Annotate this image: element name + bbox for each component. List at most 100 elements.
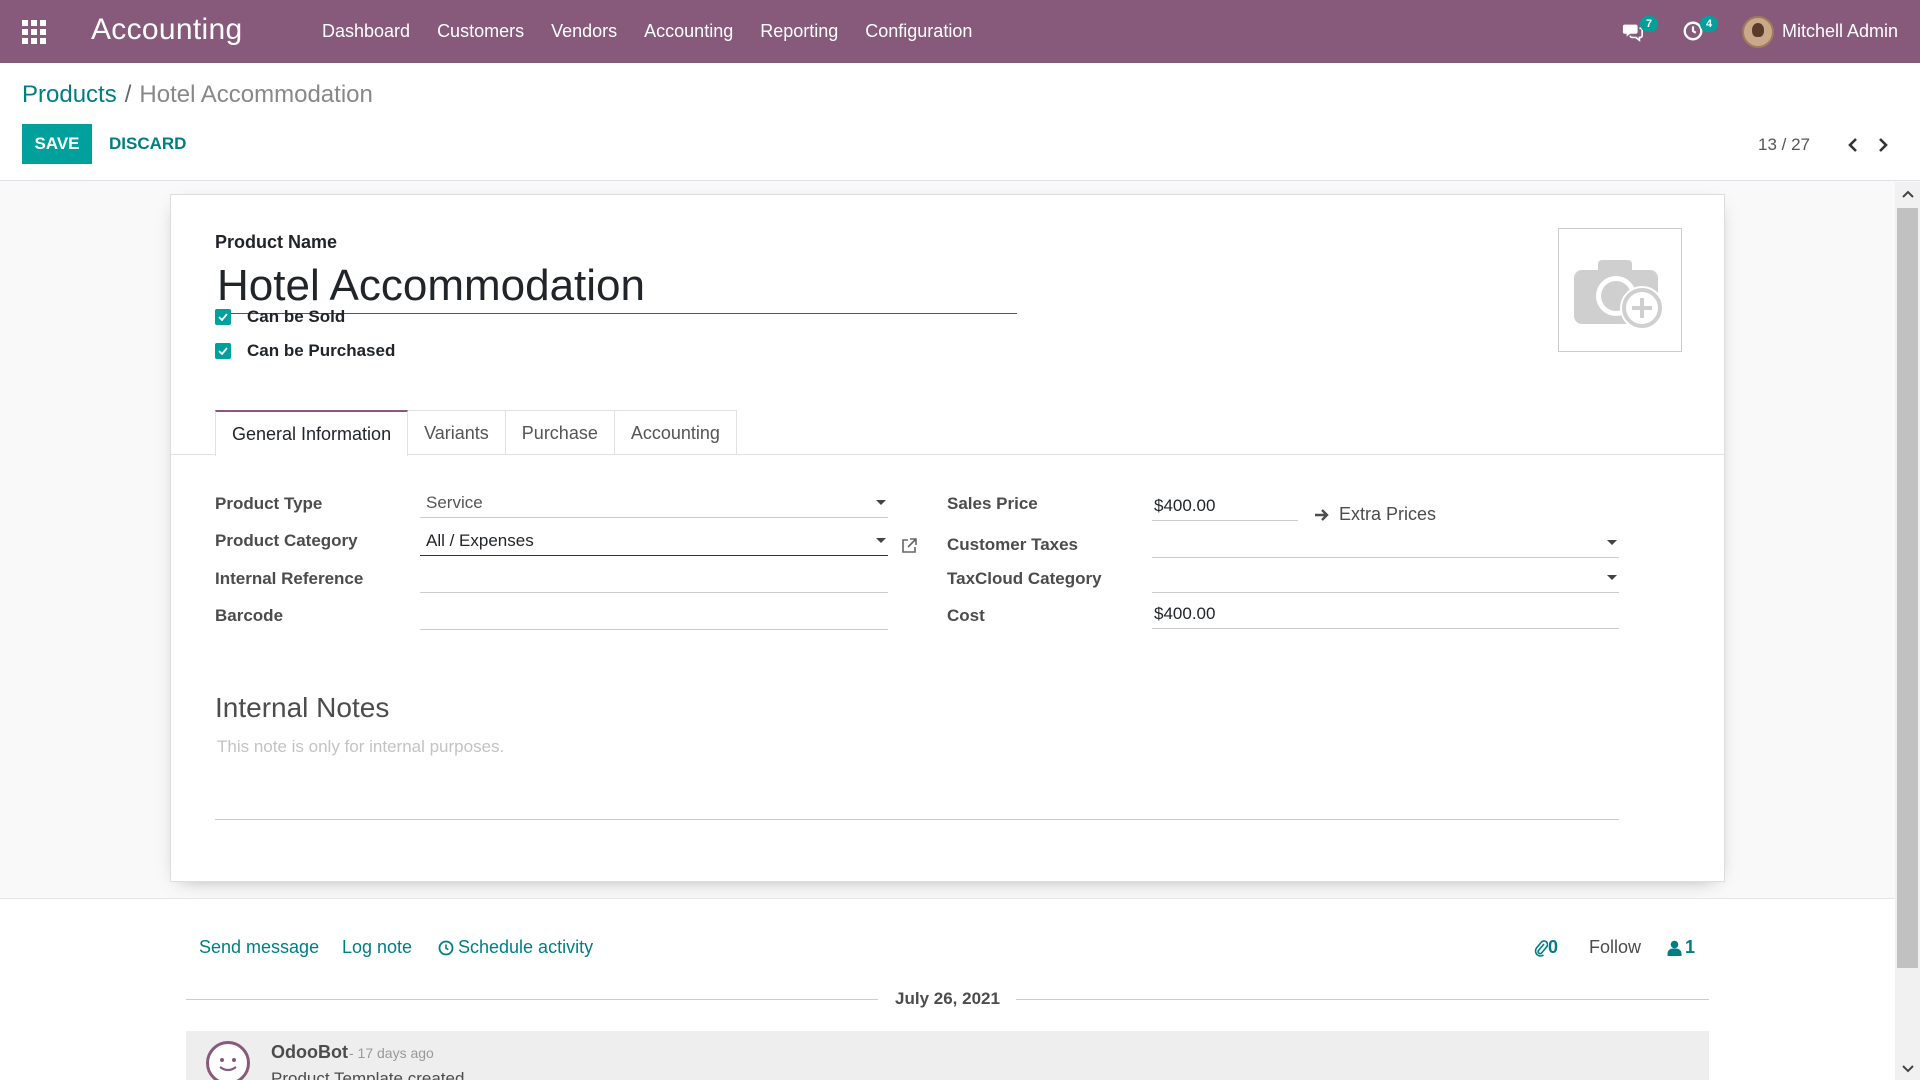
activities-count-badge: 4 [1699,15,1719,32]
control-panel: Products / Hotel Accommodation SAVE DISCAR… [0,63,1920,181]
activities-button[interactable]: 4 [1682,15,1719,44]
scroll-up-button[interactable] [1895,182,1920,207]
cost-label: Cost [947,606,985,625]
apps-menu-icon[interactable] [22,20,48,44]
tab-purchase[interactable]: Purchase [504,410,615,455]
clock-icon [438,940,454,955]
customer-taxes-label: Customer Taxes [947,535,1079,554]
date-separator: July 26, 2021 [186,987,1709,1011]
product-category-value: All / Expenses [426,530,534,550]
taxcloud-category-label: TaxCloud Category [947,569,1102,588]
pager-previous-button[interactable] [1838,133,1868,157]
tab-accounting[interactable]: Accounting [613,410,737,455]
schedule-activity-button[interactable]: Schedule activity [438,937,593,958]
log-note-label: Log note [342,937,413,957]
user-name[interactable]: Mitchell Admin [1782,21,1898,42]
chevron-up-icon [1901,190,1914,198]
can-be-purchased-label[interactable]: Can be Purchased [247,341,395,361]
chevron-left-icon [1848,138,1857,152]
extra-prices-button[interactable]: Extra Prices [1314,504,1436,525]
discard-button[interactable]: DISCARD [109,124,186,164]
follow-label: Follow [1589,937,1642,957]
taxcloud-category-select[interactable] [1152,563,1619,593]
attachments-button[interactable]: 0 [1534,937,1558,958]
main-menu: Dashboard Customers Vendors Accounting R… [322,0,999,63]
product-type-value: Service [426,492,483,512]
product-category-external-button[interactable] [900,537,918,560]
checkmark-icon [218,313,228,321]
cost-value: $400.00 [1154,603,1216,623]
can-be-sold-checkbox[interactable] [215,309,231,325]
scrollbar-thumb[interactable] [1897,208,1918,968]
dropdown-caret-icon [1607,540,1617,545]
followers-button[interactable]: 1 [1667,937,1695,958]
product-category-label: Product Category [215,531,358,550]
sales-price-label: Sales Price [947,494,1038,513]
log-note-button[interactable]: Log note [342,937,412,958]
pager-value[interactable]: 13 / 27 [1758,135,1810,155]
messages-button[interactable]: 7 [1622,15,1659,44]
notebook-tabs: General Information Variants Purchase Ac… [215,410,737,456]
chevron-right-icon [1879,138,1888,152]
product-image-upload[interactable] [1558,228,1682,352]
internal-reference-label: Internal Reference [215,569,364,588]
chatter-message: OdooBot - 17 days ago Product Template c… [186,1031,1709,1080]
menu-item-accounting[interactable]: Accounting [644,21,733,42]
schedule-activity-label: Schedule activity [458,937,594,957]
sales-price-value: $400.00 [1154,495,1216,515]
breadcrumb-products[interactable]: Products [22,81,117,108]
paperclip-icon [1534,939,1548,957]
menu-item-customers[interactable]: Customers [437,21,524,42]
user-avatar[interactable] [1741,15,1774,48]
cost-input[interactable]: $400.00 [1152,599,1619,629]
sales-price-input[interactable]: $400.00 [1152,491,1298,521]
internal-reference-input[interactable] [420,563,888,593]
tab-general-information[interactable]: General Information [215,410,409,456]
customer-taxes-select[interactable] [1152,528,1619,558]
form-sheet: Product Name Can be Sold Can be P [170,194,1725,882]
internal-notes-textarea[interactable] [215,730,1619,820]
can-be-purchased-checkbox[interactable] [215,343,231,359]
can-be-sold-label[interactable]: Can be Sold [247,307,345,327]
follow-button[interactable]: Follow [1589,937,1641,958]
dropdown-caret-icon [1607,575,1617,580]
pager-next-button[interactable] [1868,133,1898,157]
message-body: Product Template created [271,1069,465,1080]
vertical-scrollbar[interactable] [1895,182,1920,1080]
message-author[interactable]: OdooBot [271,1042,348,1063]
internal-notes-title: Internal Notes [215,692,390,723]
menu-item-dashboard[interactable]: Dashboard [322,21,410,42]
menu-item-vendors[interactable]: Vendors [551,21,617,42]
pager: 13 / 27 [1758,133,1898,157]
odoobot-avatar [206,1041,250,1080]
product-category-select[interactable]: All / Expenses [420,526,888,556]
dropdown-caret-icon [876,538,886,543]
tab-variants[interactable]: Variants [407,410,506,455]
smile-icon [219,1058,237,1072]
menu-item-configuration[interactable]: Configuration [865,21,972,42]
menu-item-reporting[interactable]: Reporting [760,21,838,42]
chevron-down-icon [1901,1064,1914,1072]
breadcrumb: Products / Hotel Accommodation [22,81,373,109]
checkmark-icon [218,347,228,355]
systray: 7 4 Mitchell Admin [1622,0,1898,63]
scroll-down-button[interactable] [1895,1055,1920,1080]
barcode-input[interactable] [420,600,888,630]
app-name[interactable]: Accounting [91,13,242,47]
can-be-purchased-row: Can be Purchased [215,341,395,361]
send-message-button[interactable]: Send message [199,937,319,958]
attachments-count: 0 [1548,937,1559,957]
save-button[interactable]: SAVE [22,124,92,164]
user-icon [1667,940,1682,956]
form-view: Product Name Can be Sold Can be P [0,182,1895,1080]
chatter: Send message Log note Schedule activity … [0,898,1895,1080]
top-navbar: Accounting Dashboard Customers Vendors A… [0,0,1920,63]
breadcrumb-current: Hotel Accommodation [139,81,373,108]
dropdown-caret-icon [876,500,886,505]
product-name-input[interactable] [215,258,1017,314]
product-type-select[interactable]: Service [420,488,888,518]
send-message-label: Send message [199,937,320,957]
product-name-label: Product Name [215,232,338,252]
arrow-right-icon [1315,508,1329,521]
product-type-label: Product Type [215,494,323,513]
